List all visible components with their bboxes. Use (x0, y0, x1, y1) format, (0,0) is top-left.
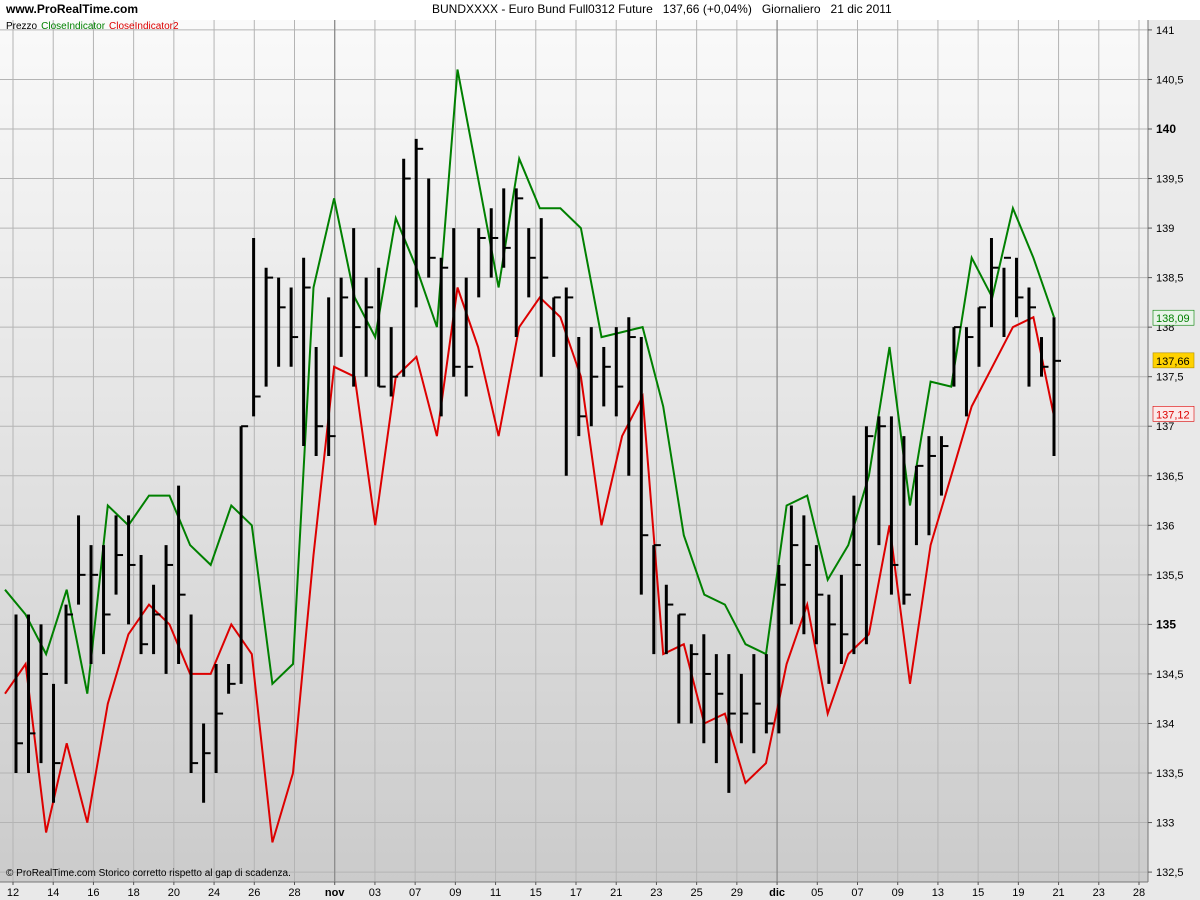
x-tick-label: nov (325, 887, 345, 899)
y-tick-label: 136 (1156, 520, 1174, 532)
x-tick-label: 15 (530, 887, 542, 899)
y-tick-label: 139 (1156, 223, 1174, 235)
y-tick-label: 133 (1156, 818, 1174, 830)
x-tick-label: 09 (892, 887, 904, 899)
y-axis-panel (1148, 20, 1200, 882)
y-tick-label: 136,5 (1156, 471, 1184, 483)
x-tick-label: dic (769, 887, 785, 899)
last-value-text: 137,12 (1156, 409, 1190, 421)
x-tick-label: 16 (87, 887, 99, 899)
y-tick-label: 140,5 (1156, 74, 1184, 86)
y-tick-label: 137,5 (1156, 372, 1184, 384)
y-tick-label: 138,5 (1156, 273, 1184, 285)
y-tick-label: 134,5 (1156, 669, 1184, 681)
legend-item-closeindicator2[interactable]: CloseIndicator2 (109, 21, 178, 32)
x-tick-label: 21 (1052, 887, 1064, 899)
x-tick-label: 28 (1133, 887, 1145, 899)
copyright-note: © ProRealTime.com Storico corretto rispe… (6, 868, 291, 879)
y-tick-label: 141 (1156, 25, 1174, 37)
x-tick-label: 26 (248, 887, 260, 899)
last-value-text: 137,66 (1156, 356, 1190, 368)
x-tick-label: 05 (811, 887, 823, 899)
x-tick-label: 28 (288, 887, 300, 899)
y-tick-label: 133,5 (1156, 768, 1184, 780)
y-tick-label: 134 (1156, 718, 1174, 730)
legend-item-prezzo[interactable]: Prezzo (6, 21, 37, 32)
y-tick-label: 132,5 (1156, 867, 1184, 879)
x-tick-label: 07 (851, 887, 863, 899)
y-tick-label: 135 (1156, 617, 1176, 631)
last-value-label: 137,12 (1152, 406, 1195, 422)
y-tick-label: 139,5 (1156, 174, 1184, 186)
price-chart[interactable]: 141140,5140139,5139138,5138137,5137136,5… (0, 0, 1200, 900)
x-tick-label: 12 (7, 887, 19, 899)
x-tick-label: 25 (691, 887, 703, 899)
x-tick-label: 19 (1012, 887, 1024, 899)
x-tick-label: 20 (168, 887, 180, 899)
x-tick-label: 24 (208, 887, 220, 899)
last-value-label: 138,09 (1152, 309, 1195, 326)
last-value-label: 137,66 (1152, 352, 1195, 369)
x-tick-label: 14 (47, 887, 59, 899)
y-tick-label: 135,5 (1156, 570, 1184, 582)
legend-item-closeindicator[interactable]: CloseIndicator (41, 21, 105, 32)
x-tick-label: 21 (610, 887, 622, 899)
x-tick-label: 11 (490, 887, 501, 899)
x-tick-label: 03 (369, 887, 381, 899)
y-tick-label: 137 (1156, 421, 1174, 433)
plot-background (0, 20, 1148, 882)
legend: Prezzo CloseIndicator CloseIndicator2 (6, 21, 183, 32)
x-tick-label: 09 (449, 887, 461, 899)
y-tick-label: 140 (1156, 122, 1176, 136)
x-tick-label: 18 (128, 887, 140, 899)
x-tick-label: 23 (1093, 887, 1105, 899)
x-tick-label: 17 (570, 887, 582, 899)
x-tick-label: 07 (409, 887, 421, 899)
x-tick-label: 29 (731, 887, 743, 899)
x-tick-label: 23 (650, 887, 662, 899)
x-tick-label: 15 (972, 887, 984, 899)
x-tick-label: 13 (932, 887, 944, 899)
last-value-text: 138,09 (1156, 313, 1190, 325)
